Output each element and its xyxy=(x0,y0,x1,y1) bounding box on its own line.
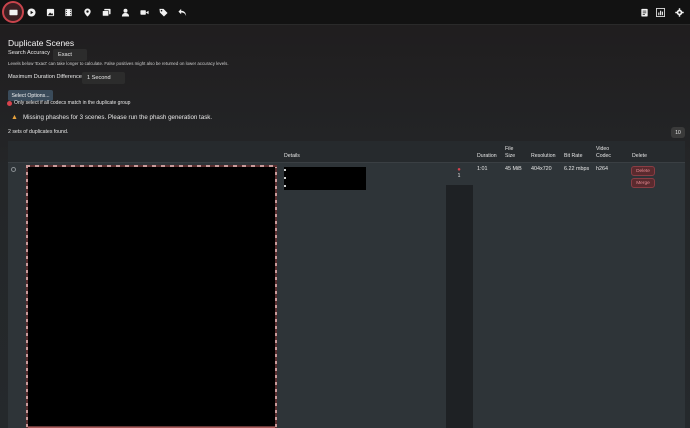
thumbnail-edge-top xyxy=(26,165,277,167)
page-size-select[interactable]: 10 xyxy=(671,127,685,138)
warning-icon: ▲ xyxy=(11,114,18,121)
cell-duration: 1:01 xyxy=(477,166,488,172)
nav-tags-button[interactable] xyxy=(154,3,172,21)
play-icon xyxy=(26,7,36,17)
header-bit-rate: Bit Rate xyxy=(564,153,583,159)
map-pin-icon xyxy=(83,7,91,17)
header-delete: Delete xyxy=(632,153,647,159)
details-mark xyxy=(284,177,286,179)
image-icon xyxy=(46,8,54,16)
header-duration: Duration xyxy=(477,153,497,159)
film-strip-icon xyxy=(8,9,18,15)
duration-select[interactable]: 1 Second xyxy=(82,72,125,84)
header-resolution: Resolution xyxy=(531,153,556,159)
nav-scenes-button[interactable] xyxy=(4,3,22,21)
accuracy-value: Exact xyxy=(58,52,72,58)
table-header xyxy=(8,141,685,163)
details-mark xyxy=(284,185,286,187)
accuracy-label: Search Accuracy xyxy=(8,50,50,56)
nav-settings-button[interactable] xyxy=(670,3,688,21)
performer-count[interactable]: ● 1 xyxy=(453,167,465,179)
nav-markers-button[interactable] xyxy=(78,3,96,21)
header-details: Details xyxy=(284,153,300,159)
thumbnail-edge-left xyxy=(26,165,28,428)
nav-performers-button[interactable] xyxy=(116,3,134,21)
top-navbar xyxy=(0,0,690,25)
clipboard-icon xyxy=(640,8,648,17)
header-video-codec-line1: Video xyxy=(596,146,610,152)
user-icon xyxy=(121,8,129,17)
merge-button[interactable]: Merge xyxy=(631,178,655,188)
nav-images-button[interactable] xyxy=(41,3,59,21)
page-title: Duplicate Scenes xyxy=(8,38,75,48)
performer-column-bar xyxy=(446,185,473,428)
phash-warning-text: Missing phashes for 3 scenes. Please run… xyxy=(22,114,213,121)
delete-button[interactable]: Delete xyxy=(631,166,655,176)
undo-icon xyxy=(177,8,186,16)
scene-thumbnail[interactable] xyxy=(26,165,277,428)
phash-warning: ▲ Missing phashes for 3 scenes. Please r… xyxy=(11,114,212,121)
header-file-size-line2: Size xyxy=(505,153,516,159)
nav-play-button[interactable] xyxy=(22,3,40,21)
tag-icon xyxy=(158,8,168,17)
codec-note: Only select if all codecs match in the d… xyxy=(14,100,131,106)
accuracy-select[interactable]: Exact xyxy=(53,49,87,61)
video-camera-icon xyxy=(139,9,149,15)
cell-video-codec: h264 xyxy=(596,166,608,172)
nav-studios-button[interactable] xyxy=(135,3,153,21)
nav-movies-button[interactable] xyxy=(59,3,77,21)
cell-bit-rate: 6.22 mbps xyxy=(564,166,590,172)
thumbnail-edge-right xyxy=(275,165,277,428)
gear-icon xyxy=(674,7,684,17)
performer-count-value: 1 xyxy=(457,173,461,179)
row-select-radio[interactable] xyxy=(11,167,16,172)
cell-resolution: 404x720 xyxy=(531,166,552,172)
chart-icon xyxy=(655,7,665,17)
scene-details-redacted[interactable] xyxy=(284,167,366,190)
film-icon xyxy=(64,8,72,16)
nav-stats-button[interactable] xyxy=(651,3,669,21)
codec-note-row: Only select if all codecs match in the d… xyxy=(7,100,130,106)
duration-value: 1 Second xyxy=(87,75,111,81)
details-mark xyxy=(284,169,286,171)
info-dot-icon xyxy=(7,100,12,106)
duration-label: Maximum Duration Difference xyxy=(8,74,82,80)
gallery-icon xyxy=(101,8,111,16)
header-video-codec-line2: Codec xyxy=(596,153,611,159)
accuracy-hint: Levels below 'Exact' can take longer to … xyxy=(8,61,229,66)
nav-galleries-button[interactable] xyxy=(97,3,115,21)
header-file-size-line1: File xyxy=(505,146,514,152)
cell-file-size: 45 MiB xyxy=(505,166,522,172)
nav-undo-button[interactable] xyxy=(173,3,191,21)
duplicates-found-text: 2 sets of duplicates found. xyxy=(8,129,69,135)
